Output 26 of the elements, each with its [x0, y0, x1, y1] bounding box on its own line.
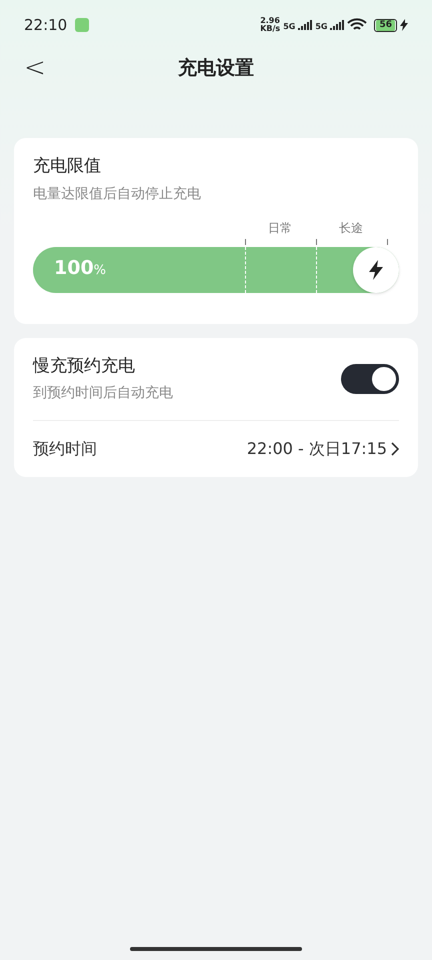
network-speed: 2.96 KB/s	[260, 17, 280, 33]
charging-icon	[400, 19, 408, 31]
signal-icon	[298, 20, 312, 30]
toggle-switch[interactable]	[341, 364, 399, 394]
battery-indicator: 56	[374, 18, 397, 32]
schedule-time-row[interactable]: 预约时间 22:00 - 次日17:15	[33, 421, 399, 477]
row-label: 预约时间	[33, 438, 97, 460]
slider-thumb[interactable]	[353, 246, 399, 292]
back-button[interactable]: <	[24, 55, 46, 81]
signal-icon	[330, 20, 344, 30]
section-subtitle: 到预约时间后自动充电	[33, 384, 173, 403]
mark-label: 日常	[268, 220, 292, 236]
chevron-right-icon	[391, 442, 399, 456]
section-subtitle: 电量达限值后自动停止充电	[33, 184, 202, 204]
mark-label: 长途	[339, 220, 363, 236]
app-icon	[75, 18, 90, 32]
network-label: 5G	[315, 21, 328, 33]
page-title: 充电设置	[178, 56, 254, 81]
network-label: 5G	[283, 21, 296, 33]
section-title: 慢充预约充电	[33, 354, 136, 378]
row-value: 22:00 - 次日17:15	[246, 438, 387, 460]
slider-reading: 100%	[54, 258, 106, 278]
lightning-icon	[369, 260, 383, 280]
status-time: 22:10	[24, 14, 68, 36]
section-title: 充电限值	[33, 155, 102, 178]
wifi-icon	[347, 18, 368, 32]
